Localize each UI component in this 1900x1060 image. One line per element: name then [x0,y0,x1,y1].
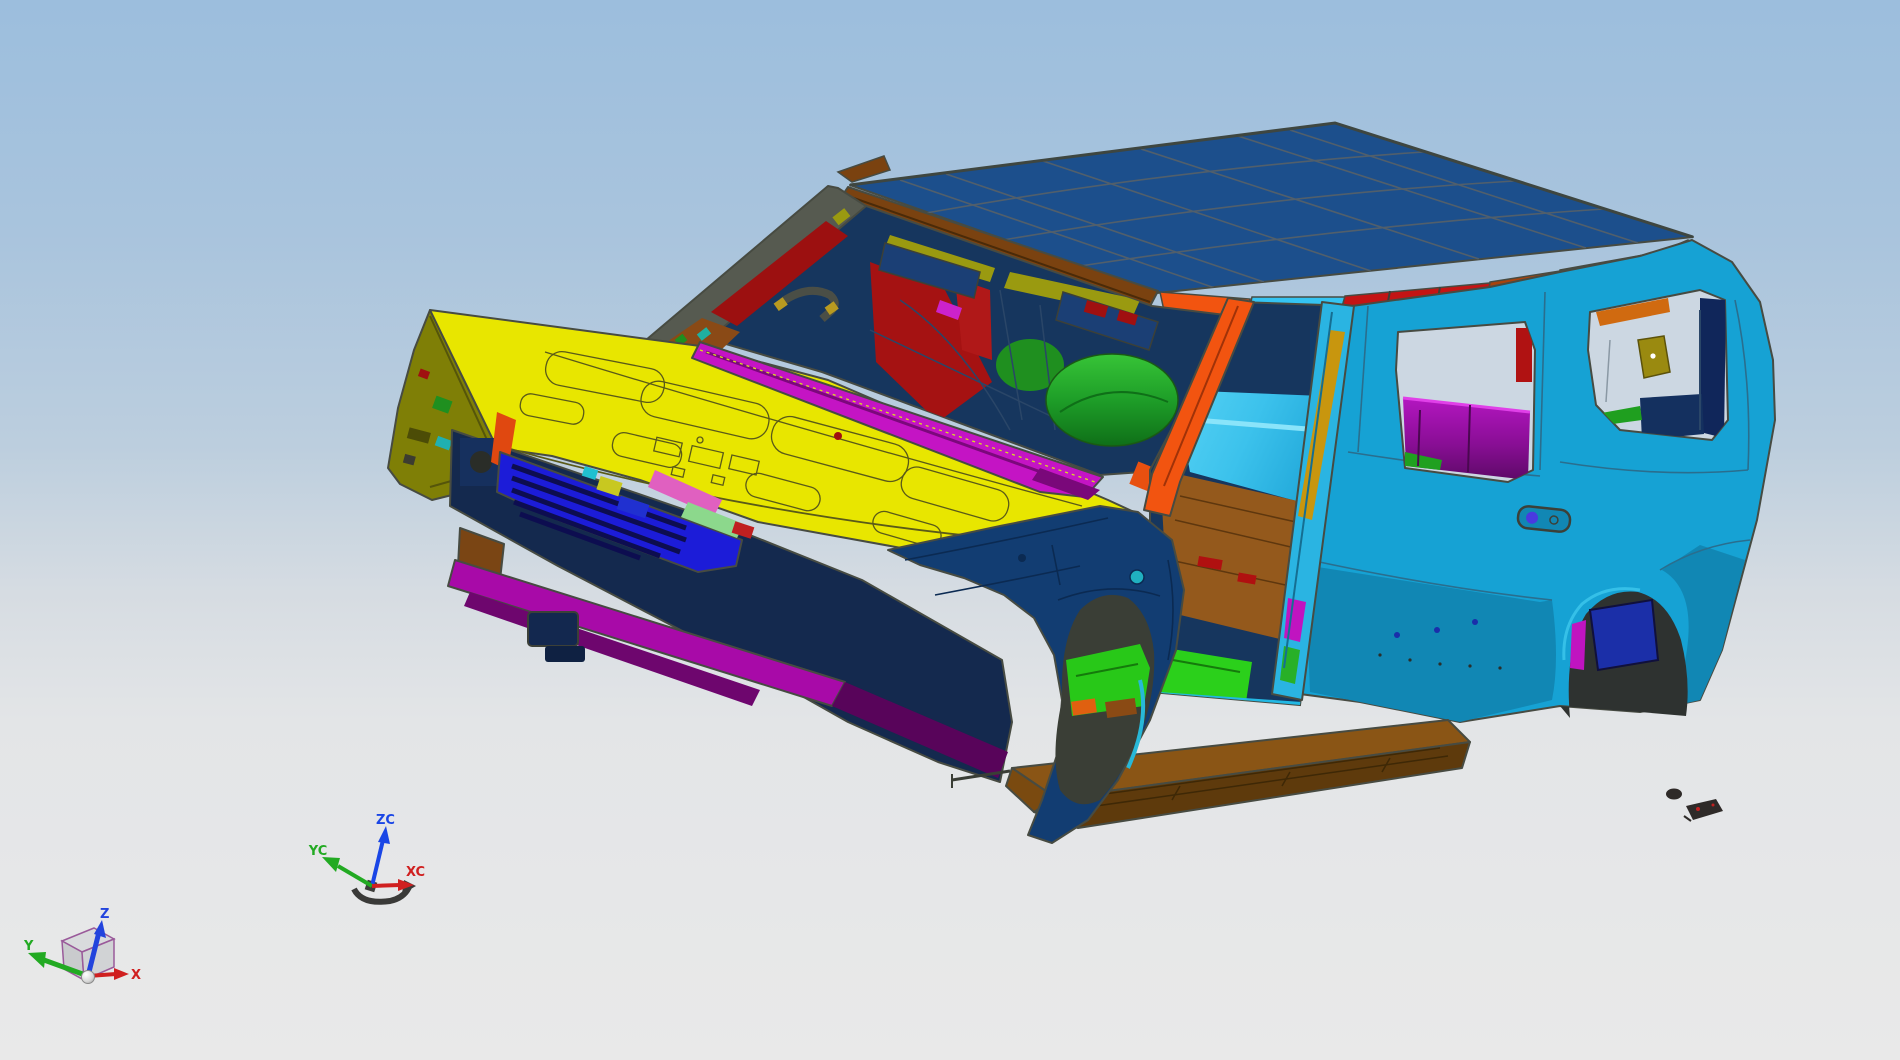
loose-parts[interactable] [1666,788,1723,822]
body-side-outer[interactable] [1299,239,1776,723]
wcs-yc-label[interactable]: YC [308,844,328,859]
view-z-label: Z [100,907,109,922]
view-x-arrowhead [114,968,129,980]
tow-bracket [527,611,579,647]
view-y-label: Y [23,939,34,954]
model-canvas[interactable]: ZC YC XC Z Y X [0,0,1900,1060]
headlamp-hole [470,451,492,473]
door-handle[interactable] [1516,505,1572,533]
wcs-zc-axis[interactable] [370,839,385,887]
wcs-yc-arrowhead [322,857,340,872]
front-wheelhouse[interactable] [1045,353,1179,447]
car-body-model[interactable] [387,121,1776,844]
wcs-yc-axis[interactable] [336,864,374,888]
fender-grommet [1129,569,1145,585]
roof-left-brown-tip [836,155,892,183]
wcs-triad[interactable]: ZC YC XC [308,813,425,905]
arch-chip-magenta [1570,620,1586,670]
running-board[interactable] [951,719,1471,829]
view-y-arrowhead [28,952,46,968]
fender-bolt [1018,554,1026,562]
view-orientation-triad: Z Y X [23,907,141,984]
wcs-xc-axis[interactable] [371,883,401,888]
wcs-xc-label[interactable]: XC [406,865,425,880]
wcs-zc-arrowhead [378,826,390,844]
cad-viewport[interactable]: ZC YC XC Z Y X [0,0,1900,1060]
wcs-zc-label[interactable]: ZC [376,813,395,828]
spring-seat-box [1588,598,1660,672]
tow-bracket-lower [545,646,585,662]
view-origin-ball [81,970,95,984]
view-x-label: X [131,968,141,983]
